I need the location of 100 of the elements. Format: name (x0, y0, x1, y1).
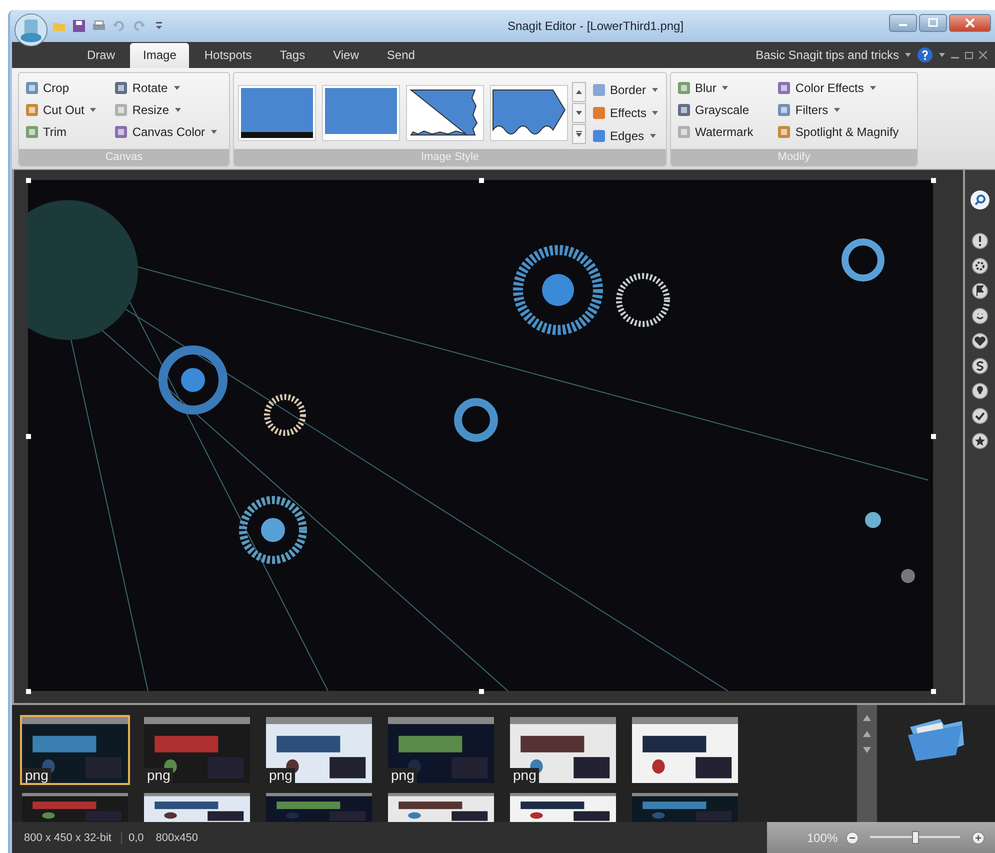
resize-handle[interactable] (931, 689, 936, 694)
print-icon[interactable] (92, 19, 106, 33)
tool-icon (777, 81, 792, 95)
thumbnail[interactable]: png (142, 715, 252, 785)
thumbnail[interactable]: png (20, 715, 130, 785)
file-type-label: png (22, 768, 52, 783)
ribbon-button[interactable]: Color Effects (775, 77, 913, 99)
window-title: Snagit Editor - [LowerThird1.png] (507, 19, 684, 33)
file-type-label: png (510, 768, 540, 783)
resize-handle[interactable] (26, 178, 31, 183)
caret-icon[interactable] (905, 53, 911, 57)
ribbon-button[interactable]: Blur (675, 77, 768, 99)
resize-handle[interactable] (478, 178, 484, 183)
tool-icon (677, 125, 691, 139)
scroll-up-icon[interactable] (863, 715, 871, 721)
file-type-label: png (266, 768, 296, 783)
thumbnail[interactable]: png (508, 715, 618, 785)
zoom-reading: 100% (807, 830, 838, 844)
tool-icon (677, 81, 691, 95)
resize-handle[interactable] (26, 434, 31, 438)
resize-handle[interactable] (931, 434, 936, 438)
status-text: 800x450 (154, 832, 199, 844)
ribbon-tab[interactable]: View (320, 43, 372, 68)
scroll-up-icon[interactable] (863, 731, 871, 737)
thumbnail[interactable]: png (386, 715, 496, 785)
style-preview[interactable] (406, 85, 484, 141)
group-label: Canvas (19, 149, 229, 166)
app-orb-icon[interactable] (14, 13, 48, 47)
thumbnail[interactable]: png (264, 715, 374, 785)
smiley-icon[interactable] (972, 308, 988, 324)
save-icon[interactable] (72, 19, 86, 33)
ribbon-button[interactable]: Crop (23, 77, 104, 99)
exclamation-icon[interactable] (972, 233, 988, 249)
ribbon-button[interactable]: Watermark (675, 121, 768, 143)
ribbon-button[interactable]: Border (590, 78, 660, 102)
tool-icon (592, 83, 606, 97)
restore-icon[interactable] (965, 51, 973, 59)
scroll-down-button[interactable] (572, 103, 586, 123)
expand-icon (576, 131, 582, 137)
ribbon-button[interactable]: Grayscale (675, 99, 768, 121)
ribbon-button[interactable]: Rotate (112, 77, 225, 99)
search-icon[interactable] (970, 190, 990, 210)
help-link[interactable]: Basic Snagit tips and tricks (756, 48, 899, 62)
tool-icon (25, 81, 39, 95)
maximize-icon (928, 18, 938, 28)
flag-icon[interactable] (972, 283, 988, 299)
group-label: Image Style (234, 149, 666, 166)
ribbon-tab[interactable]: Hotspots (191, 43, 265, 68)
more-button[interactable] (572, 124, 586, 144)
ribbon-button[interactable]: Spotlight & Magnify (775, 121, 913, 143)
caret-icon[interactable] (939, 53, 945, 57)
maximize-button[interactable] (919, 14, 947, 32)
customize-caret-icon[interactable] (156, 22, 162, 30)
slider-thumb[interactable] (912, 831, 920, 844)
close-icon (965, 18, 975, 28)
zoom-in-icon[interactable] (972, 830, 985, 844)
ribbon-tab[interactable]: Draw (74, 43, 128, 68)
tool-icon (777, 103, 792, 117)
ribbon-button[interactable]: Canvas Color (112, 121, 225, 143)
tool-icon (592, 106, 606, 120)
ribbon-tab[interactable]: Tags (266, 43, 318, 68)
ribbon-button[interactable]: Cut Out (23, 99, 104, 121)
down-arrow-icon (576, 111, 582, 115)
scroll-down-icon[interactable] (863, 747, 871, 753)
folder-icon[interactable] (906, 717, 966, 761)
tool-icon (677, 103, 691, 117)
ribbon-tab[interactable]: Image (130, 43, 190, 68)
resize-handle[interactable] (478, 689, 484, 694)
up-arrow-icon (576, 90, 582, 94)
tray-scrollbar[interactable] (857, 705, 877, 822)
ribbon-button[interactable]: Edges (590, 124, 660, 148)
close-button[interactable] (949, 14, 991, 32)
ribbon-tab[interactable]: Send (374, 43, 428, 68)
ribbon-button[interactable]: Effects (590, 102, 660, 124)
star-icon[interactable] (972, 433, 988, 449)
style-preview[interactable] (238, 85, 316, 141)
minimize-button[interactable] (889, 14, 917, 32)
scroll-up-button[interactable] (572, 82, 586, 102)
help-icon[interactable] (917, 47, 933, 63)
style-preview[interactable] (490, 85, 568, 141)
file-type-label: png (144, 768, 174, 783)
check-icon[interactable] (972, 408, 988, 424)
atom-icon[interactable] (972, 258, 988, 274)
tool-icon (114, 125, 128, 139)
file-type-label: png (388, 768, 418, 783)
ribbon-button[interactable]: Filters (775, 99, 913, 121)
bulb-icon[interactable] (972, 383, 988, 399)
close-icon[interactable] (979, 51, 987, 59)
resize-handle[interactable] (931, 178, 936, 183)
ribbon-button[interactable]: Resize (112, 99, 225, 121)
swirl-icon[interactable] (972, 358, 988, 374)
group-label: Modify (671, 149, 917, 166)
status-text: 0,0 (127, 832, 145, 844)
tool-icon (25, 103, 39, 117)
ribbon-button[interactable]: Trim (23, 121, 104, 143)
status-text: 800 x 450 x 32-bit (12, 832, 122, 844)
tool-icon (25, 125, 39, 139)
resize-handle[interactable] (26, 689, 31, 694)
tool-icon (592, 129, 606, 143)
zoom-out-icon[interactable] (846, 830, 858, 844)
